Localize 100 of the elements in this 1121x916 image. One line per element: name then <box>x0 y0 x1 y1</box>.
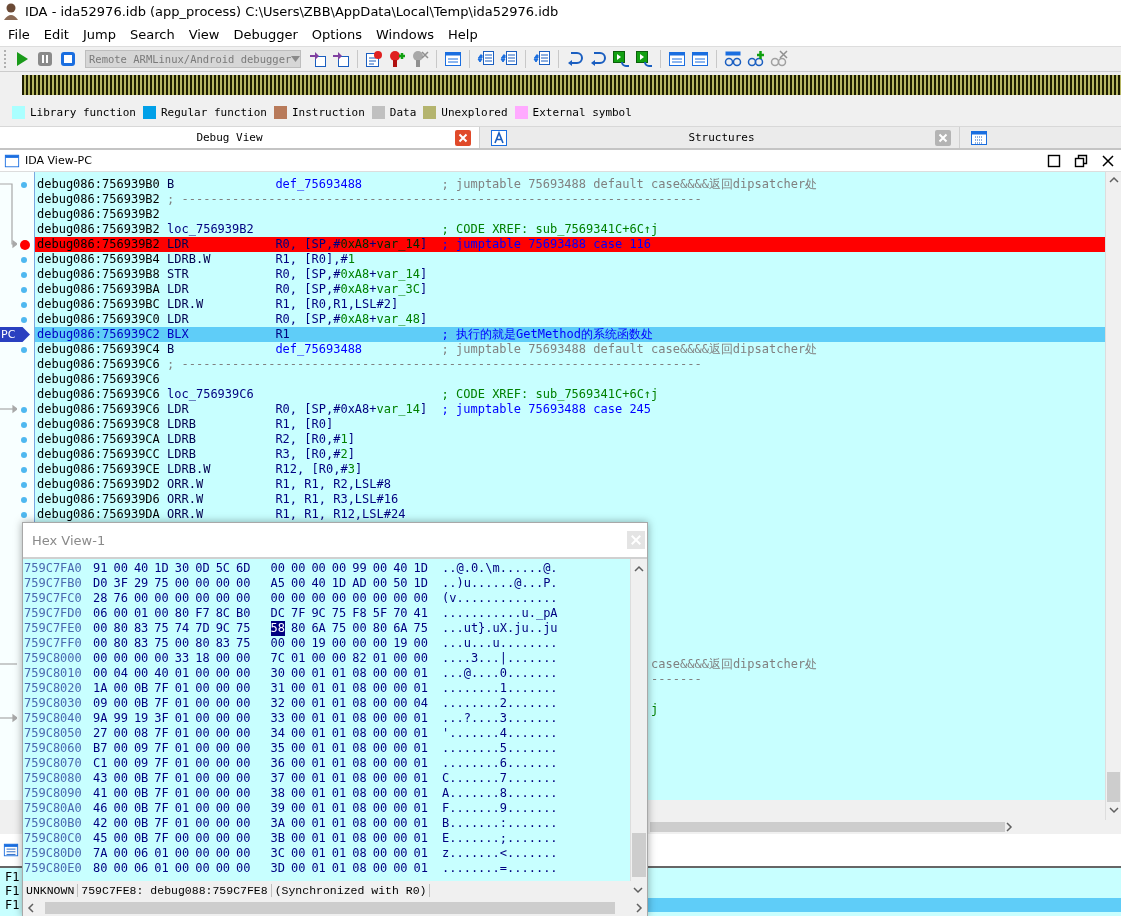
hex-byte[interactable]: 00 <box>93 651 108 666</box>
hex-byte[interactable]: 01 <box>413 666 428 681</box>
hex-byte[interactable]: 08 <box>352 681 367 696</box>
hex-byte[interactable]: 01 <box>413 726 428 741</box>
hex-byte[interactable]: 01 <box>174 711 190 726</box>
hex-byte[interactable]: 00 <box>352 621 367 636</box>
menu-item[interactable]: View <box>181 26 227 42</box>
hex-byte[interactable]: 01 <box>174 666 190 681</box>
hex-byte[interactable]: 00 <box>393 711 408 726</box>
hex-byte[interactable]: 7A <box>93 846 108 861</box>
hex-byte[interactable]: 01 <box>174 816 190 831</box>
hex-byte[interactable]: 00 <box>195 786 210 801</box>
hex-byte[interactable]: 01 <box>413 816 428 831</box>
dot-plus-icon[interactable] <box>388 50 406 68</box>
hex-byte[interactable]: 38 <box>270 786 285 801</box>
hex-byte[interactable]: 08 <box>352 786 367 801</box>
hex-byte[interactable]: 08 <box>352 756 367 771</box>
hex-byte[interactable]: 33 <box>270 711 285 726</box>
hex-byte[interactable]: AD <box>352 576 367 591</box>
hex-byte[interactable]: 00 <box>195 846 210 861</box>
hex-byte[interactable]: 7F <box>154 816 169 831</box>
hex-byte[interactable]: 00 <box>372 591 388 606</box>
hex-byte[interactable]: 00 <box>113 726 128 741</box>
hex-byte[interactable]: 09 <box>133 741 149 756</box>
hex-byte[interactable]: 46 <box>93 801 108 816</box>
hex-byte[interactable]: 00 <box>215 831 231 846</box>
menu-item[interactable]: Options <box>304 26 369 42</box>
hex-byte[interactable]: 7F <box>290 606 306 621</box>
scrollbar[interactable] <box>630 559 647 881</box>
hex-byte[interactable]: 00 <box>113 771 128 786</box>
hex-byte[interactable]: 00 <box>154 606 169 621</box>
hex-byte[interactable]: 00 <box>93 666 108 681</box>
hex-byte[interactable]: 01 <box>311 861 326 876</box>
hex-byte[interactable]: 7F <box>154 681 169 696</box>
hex-byte[interactable]: 3B <box>270 831 285 846</box>
hex-byte[interactable]: 01 <box>311 771 326 786</box>
hex-byte[interactable]: 00 <box>195 666 210 681</box>
hex-byte[interactable]: 00 <box>195 681 210 696</box>
hex-byte[interactable]: 01 <box>174 696 190 711</box>
hex-byte[interactable]: 01 <box>331 786 347 801</box>
window-arrow-icon[interactable] <box>309 50 327 68</box>
hex-byte[interactable]: 00 <box>393 801 408 816</box>
hex-byte[interactable]: 00 <box>331 636 347 651</box>
hex-byte[interactable]: 08 <box>352 666 367 681</box>
hex-byte[interactable]: 08 <box>133 726 149 741</box>
hex-byte[interactable]: 00 <box>393 696 408 711</box>
hex-byte[interactable]: 00 <box>154 651 169 666</box>
hex-byte[interactable]: 3C <box>270 846 285 861</box>
hex-byte[interactable]: 7C <box>270 651 285 666</box>
navigation-band[interactable] <box>22 75 1121 95</box>
hex-byte[interactable]: 01 <box>311 681 326 696</box>
hex-byte[interactable]: 01 <box>331 696 347 711</box>
hex-byte[interactable]: 01 <box>311 741 326 756</box>
hex-byte[interactable]: B0 <box>236 606 251 621</box>
hex-byte[interactable]: 01 <box>311 696 326 711</box>
hex-byte[interactable]: 7F <box>154 831 169 846</box>
hex-byte[interactable]: 01 <box>331 801 347 816</box>
hex-byte[interactable]: 00 <box>393 756 408 771</box>
hex-byte[interactable]: 00 <box>290 726 306 741</box>
pause-icon[interactable] <box>36 50 54 68</box>
step-icon[interactable] <box>635 50 653 68</box>
hex-byte[interactable]: 01 <box>311 801 326 816</box>
hex-byte[interactable]: 00 <box>372 861 388 876</box>
hex-byte[interactable]: 00 <box>215 591 231 606</box>
tab[interactable]: Structures <box>480 127 960 148</box>
hex-byte[interactable]: 99 <box>352 561 367 576</box>
hex-byte[interactable]: 00 <box>236 861 251 876</box>
hex-byte[interactable]: 00 <box>236 711 251 726</box>
hex-byte[interactable]: 00 <box>270 561 285 576</box>
scrollbar-thumb[interactable] <box>632 833 646 877</box>
hex-byte[interactable]: 00 <box>311 651 326 666</box>
glasses-plus-icon[interactable] <box>747 50 765 68</box>
hex-byte[interactable]: 00 <box>113 756 128 771</box>
hex-byte[interactable]: 9C <box>215 621 231 636</box>
hex-byte[interactable]: 01 <box>311 756 326 771</box>
hex-byte[interactable]: 7F <box>154 741 169 756</box>
hex-byte[interactable]: 00 <box>372 711 388 726</box>
hex-byte[interactable]: 01 <box>311 666 326 681</box>
hex-byte[interactable]: 00 <box>113 846 128 861</box>
hex-byte[interactable]: 01 <box>290 651 306 666</box>
line-marker-dot[interactable] <box>21 511 27 518</box>
hex-byte[interactable]: 1D <box>413 576 428 591</box>
menu-item[interactable]: Search <box>122 26 182 42</box>
hex-byte[interactable]: 0B <box>133 696 149 711</box>
hex-byte[interactable]: 00 <box>393 681 408 696</box>
hex-byte[interactable]: 00 <box>372 561 388 576</box>
hex-byte[interactable]: 01 <box>331 846 347 861</box>
hex-byte[interactable]: 00 <box>113 561 128 576</box>
hex-byte[interactable]: 0B <box>133 831 149 846</box>
hex-byte[interactable]: 01 <box>331 756 347 771</box>
hex-byte[interactable]: 00 <box>236 591 251 606</box>
hex-byte[interactable]: 00 <box>133 651 149 666</box>
hex-byte[interactable]: 0B <box>133 816 149 831</box>
hex-byte[interactable]: 6A <box>393 621 408 636</box>
hex-byte[interactable]: 01 <box>372 651 388 666</box>
hex-byte[interactable]: 74 <box>174 621 190 636</box>
hex-byte[interactable]: 0B <box>133 771 149 786</box>
hex-byte[interactable]: 06 <box>93 606 108 621</box>
hex-byte[interactable]: 00 <box>195 861 210 876</box>
hex-byte[interactable]: 00 <box>372 741 388 756</box>
